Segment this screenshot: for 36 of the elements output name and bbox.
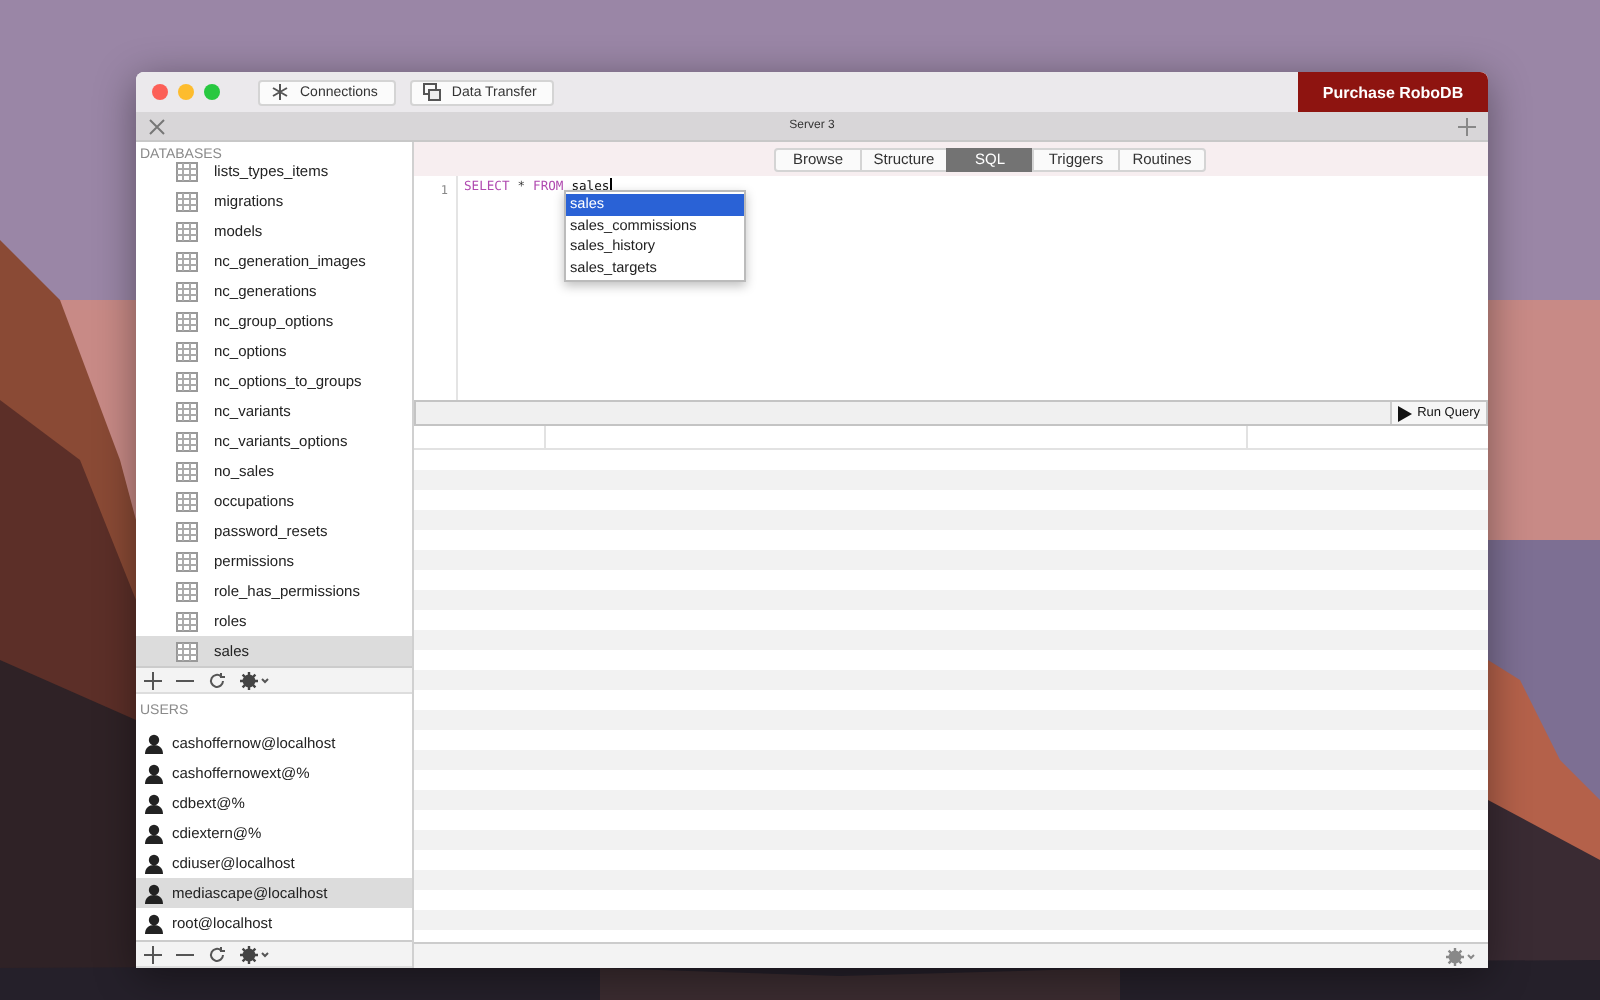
gear-icon[interactable] <box>240 945 270 963</box>
user-icon <box>144 853 164 873</box>
user-icon <box>144 823 164 843</box>
table-icon <box>176 221 198 241</box>
table-icon <box>176 521 198 541</box>
table-icon <box>176 641 198 661</box>
table-icon <box>176 311 198 331</box>
close-light[interactable] <box>152 84 168 100</box>
table-icon <box>176 551 198 571</box>
refresh-icon[interactable] <box>208 945 226 963</box>
asterisk-icon <box>270 82 290 102</box>
table-icon <box>176 431 198 451</box>
table-icon <box>176 251 198 271</box>
table-icon <box>176 371 198 391</box>
table-icon <box>176 161 198 181</box>
close-icon[interactable] <box>148 117 166 135</box>
table-icon <box>176 491 198 511</box>
refresh-icon[interactable] <box>208 671 226 689</box>
table-icon <box>176 281 198 301</box>
table-icon <box>176 581 198 601</box>
table-icon <box>176 401 198 421</box>
user-icon <box>144 793 164 813</box>
play-icon <box>1397 405 1412 421</box>
user-icon <box>144 913 164 933</box>
user-icon <box>144 733 164 753</box>
table-icon <box>176 461 198 481</box>
gear-icon[interactable] <box>240 671 270 689</box>
table-icon <box>176 611 198 631</box>
add-icon[interactable] <box>144 671 162 689</box>
add-icon[interactable] <box>144 945 162 963</box>
table-icon <box>176 341 198 361</box>
user-icon <box>144 883 164 903</box>
purchase-button[interactable]: Purchase RoboDB <box>1298 72 1488 112</box>
user-icon <box>144 763 164 783</box>
table-icon <box>176 191 198 211</box>
copy-icon <box>421 82 442 102</box>
